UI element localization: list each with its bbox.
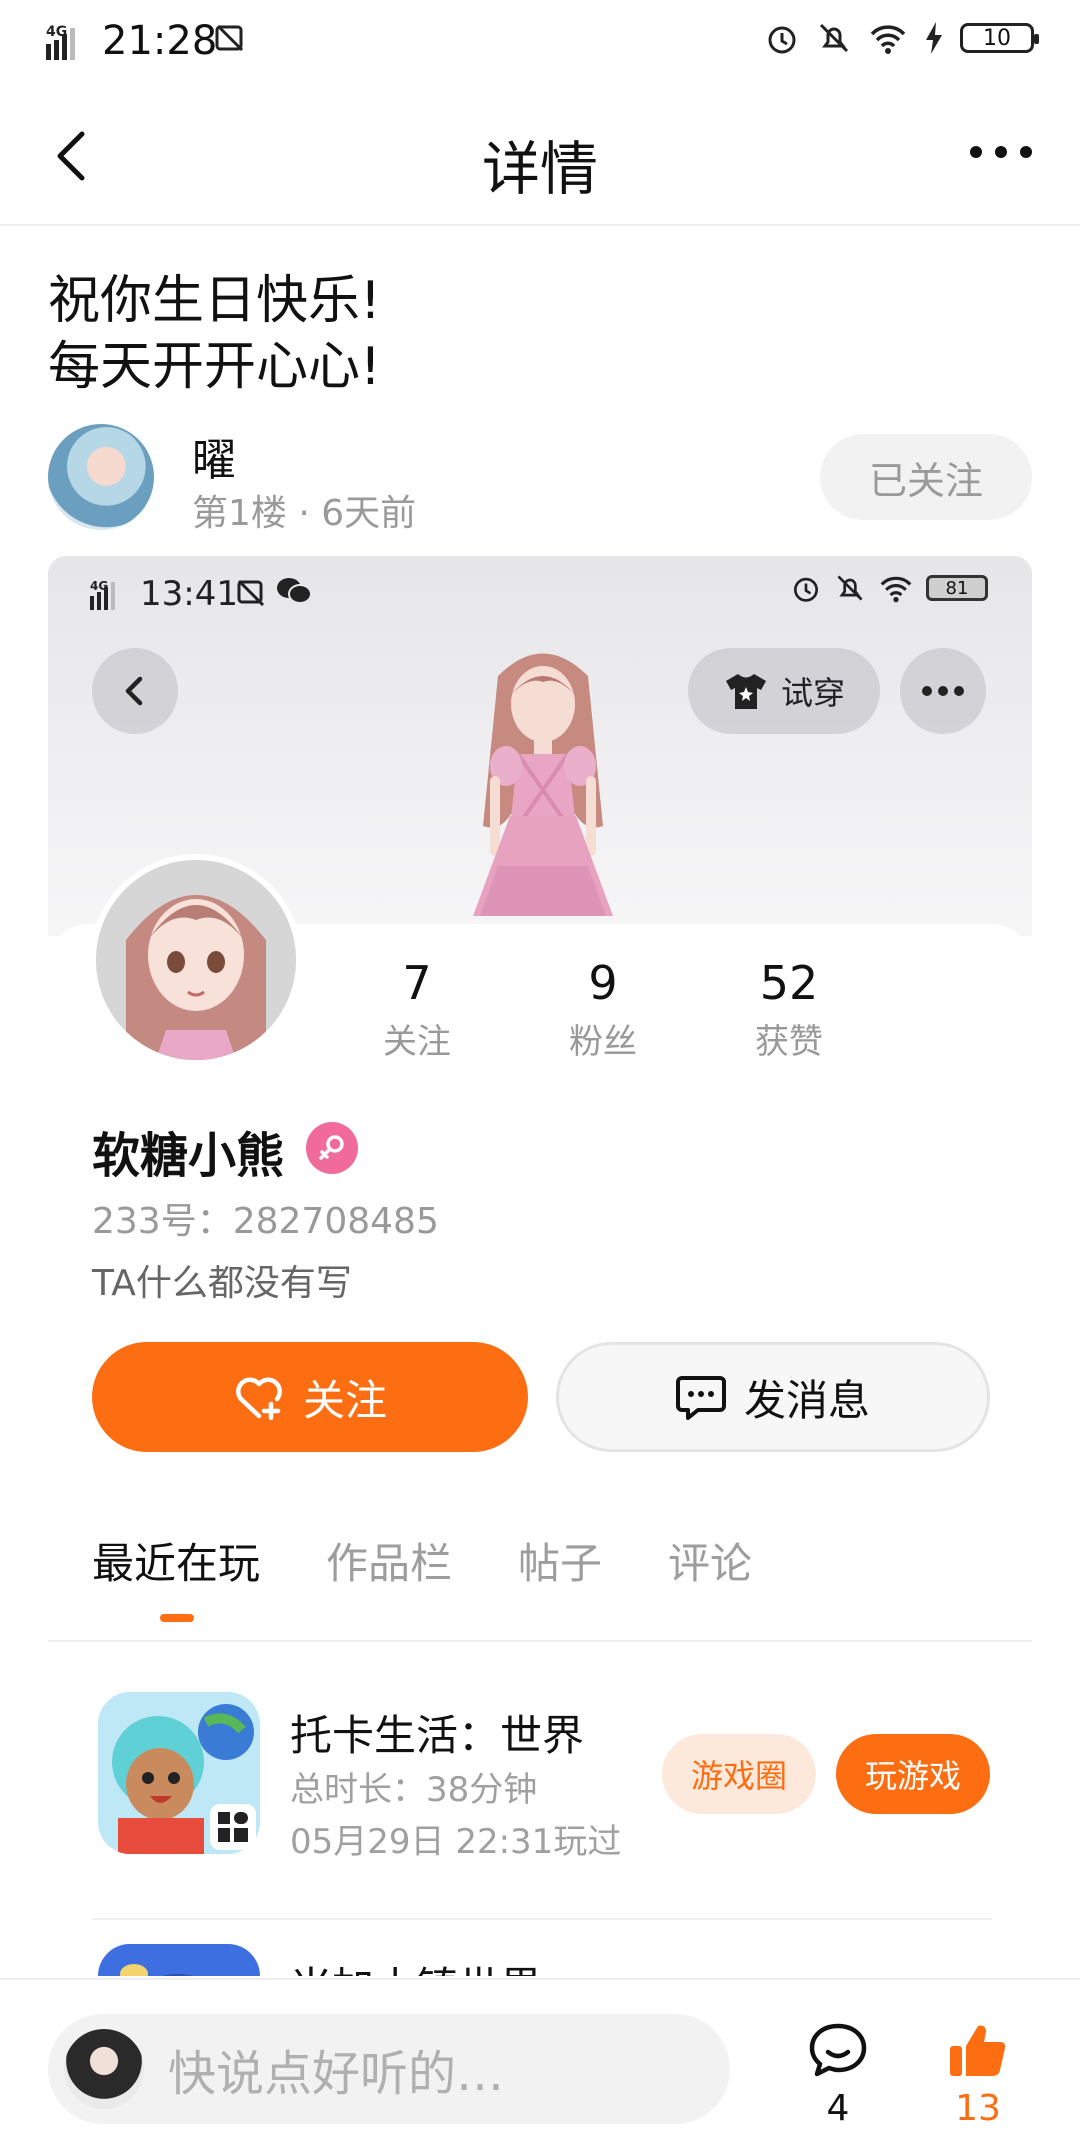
female-icon [306, 1122, 358, 1174]
post-line: 每天开开心心! [48, 337, 381, 397]
game-duration: 总时长：38分钟 [290, 1770, 538, 1810]
divider [48, 1640, 1032, 1642]
mute-icon [837, 575, 863, 601]
game-name: 米加小镇世界 [290, 1954, 542, 1976]
play-game-button[interactable]: 玩游戏 [836, 1734, 990, 1814]
tryon-label: 试穿 [780, 674, 845, 712]
message-label: 发消息 [743, 1375, 870, 1425]
screenshot-notif-icon [214, 22, 246, 58]
game-row[interactable]: 托卡生活：世界 总时长：38分钟 05月29日 22:31玩过 游戏圈 玩游戏 [48, 1692, 1032, 1892]
like-button[interactable]: 13 [928, 2020, 1028, 2129]
signal-icon: 4G [46, 22, 94, 66]
tab-posts[interactable]: 帖子 [518, 1530, 602, 1591]
stat-number: 52 [759, 956, 819, 1010]
stat-likes[interactable]: 52 获赞 [714, 956, 864, 1063]
game-last-played: 05月29日 22:31玩过 [290, 1822, 622, 1862]
stat-following[interactable]: 7 关注 [342, 956, 492, 1063]
comment-count: 4 [826, 2088, 850, 2129]
more-icon [922, 686, 964, 696]
signal-icon: 4G [90, 578, 130, 616]
stat-label: 粉丝 [569, 1022, 637, 1062]
alarm-icon [768, 26, 796, 54]
alarm-icon [794, 577, 818, 602]
stat-label: 获赞 [755, 1022, 823, 1062]
thumbs-up-icon [950, 2025, 1006, 2076]
author-meta: 第1楼 · 6天前 [192, 493, 417, 534]
wifi-icon [880, 576, 912, 603]
stat-number: 9 [588, 956, 618, 1010]
battery-indicator: 81 [926, 575, 988, 601]
game-row[interactable]: 米加小镇世界 [48, 1944, 1032, 1976]
follow-button[interactable]: 关注 [92, 1342, 528, 1452]
chevron-left-icon [125, 676, 143, 706]
comment-button[interactable]: 4 [788, 2020, 888, 2129]
profile-card: 7 关注 9 粉丝 52 获赞 软糖小熊 233号：282708485 TA什么… [48, 854, 1032, 1976]
more-button[interactable] [900, 648, 986, 734]
followed-button[interactable]: 已关注 [820, 434, 1032, 520]
game-name: 托卡生活：世界 [290, 1711, 585, 1760]
game-icon [98, 1944, 260, 1976]
comment-placeholder: 快说点好听的… [168, 2046, 505, 2102]
status-time: 13:41 [140, 574, 238, 614]
comment-icon [809, 2023, 867, 2077]
post-image[interactable]: 4G 13:41 81 试穿 7 关注 9 粉丝 52 获赞 软糖小熊 233号… [48, 556, 1032, 1976]
profile-uid: 233号：282708485 [92, 1201, 439, 1242]
like-count: 13 [955, 2088, 1001, 2129]
follow-label: 关注 [302, 1375, 387, 1425]
stat-label: 关注 [383, 1022, 451, 1062]
profile-avatar[interactable] [90, 854, 302, 1066]
tab-recent[interactable]: 最近在玩 [92, 1530, 260, 1591]
back-button[interactable] [92, 648, 178, 734]
avatar-portrait [96, 860, 296, 1060]
avatar-character [473, 653, 613, 916]
my-avatar [64, 2029, 144, 2109]
stat-followers[interactable]: 9 粉丝 [528, 956, 678, 1063]
message-button[interactable]: 发消息 [556, 1342, 990, 1452]
more-icon [970, 146, 1032, 158]
status-bar: 4G 21:28 10 [0, 0, 1080, 86]
profile-bio: TA什么都没有写 [92, 1263, 352, 1304]
comment-input[interactable]: 快说点好听的… [48, 2014, 730, 2124]
wifi-icon [870, 25, 906, 54]
page-title: 详情 [481, 135, 598, 203]
chat-icon [675, 1376, 726, 1420]
charging-icon [926, 22, 942, 54]
stat-number: 7 [402, 956, 432, 1010]
tab-indicator [160, 1614, 194, 1622]
profile-tabs: 最近在玩 作品栏 帖子 评论 [92, 1530, 752, 1591]
post-line: 祝你生日快乐! [48, 271, 381, 331]
game-circle-button[interactable]: 游戏圈 [662, 1734, 816, 1814]
bottom-bar: 快说点好听的… 4 13 [0, 1978, 1080, 2154]
heart-plus-icon [236, 1377, 282, 1420]
status-time: 21:28 [102, 18, 218, 64]
divider [92, 1918, 992, 1920]
tryon-button[interactable]: 试穿 [688, 648, 880, 734]
profile-nickname: 软糖小熊 [92, 1128, 285, 1184]
tshirt-icon [725, 674, 766, 709]
post-content: 祝你生日快乐! 每天开开心心! [48, 268, 1028, 400]
more-button[interactable] [966, 132, 1036, 172]
nav-bar: 详情 [0, 86, 1080, 226]
author-avatar[interactable] [48, 424, 154, 530]
tab-works[interactable]: 作品栏 [326, 1530, 452, 1591]
author-name[interactable]: 曜 [192, 424, 236, 488]
wechat-icon [276, 576, 312, 610]
mute-icon [819, 23, 849, 53]
game-icon [98, 1692, 260, 1854]
battery-indicator: 10 [960, 23, 1039, 53]
tab-comments[interactable]: 评论 [668, 1530, 752, 1591]
screenshot-notif-icon [236, 578, 266, 610]
